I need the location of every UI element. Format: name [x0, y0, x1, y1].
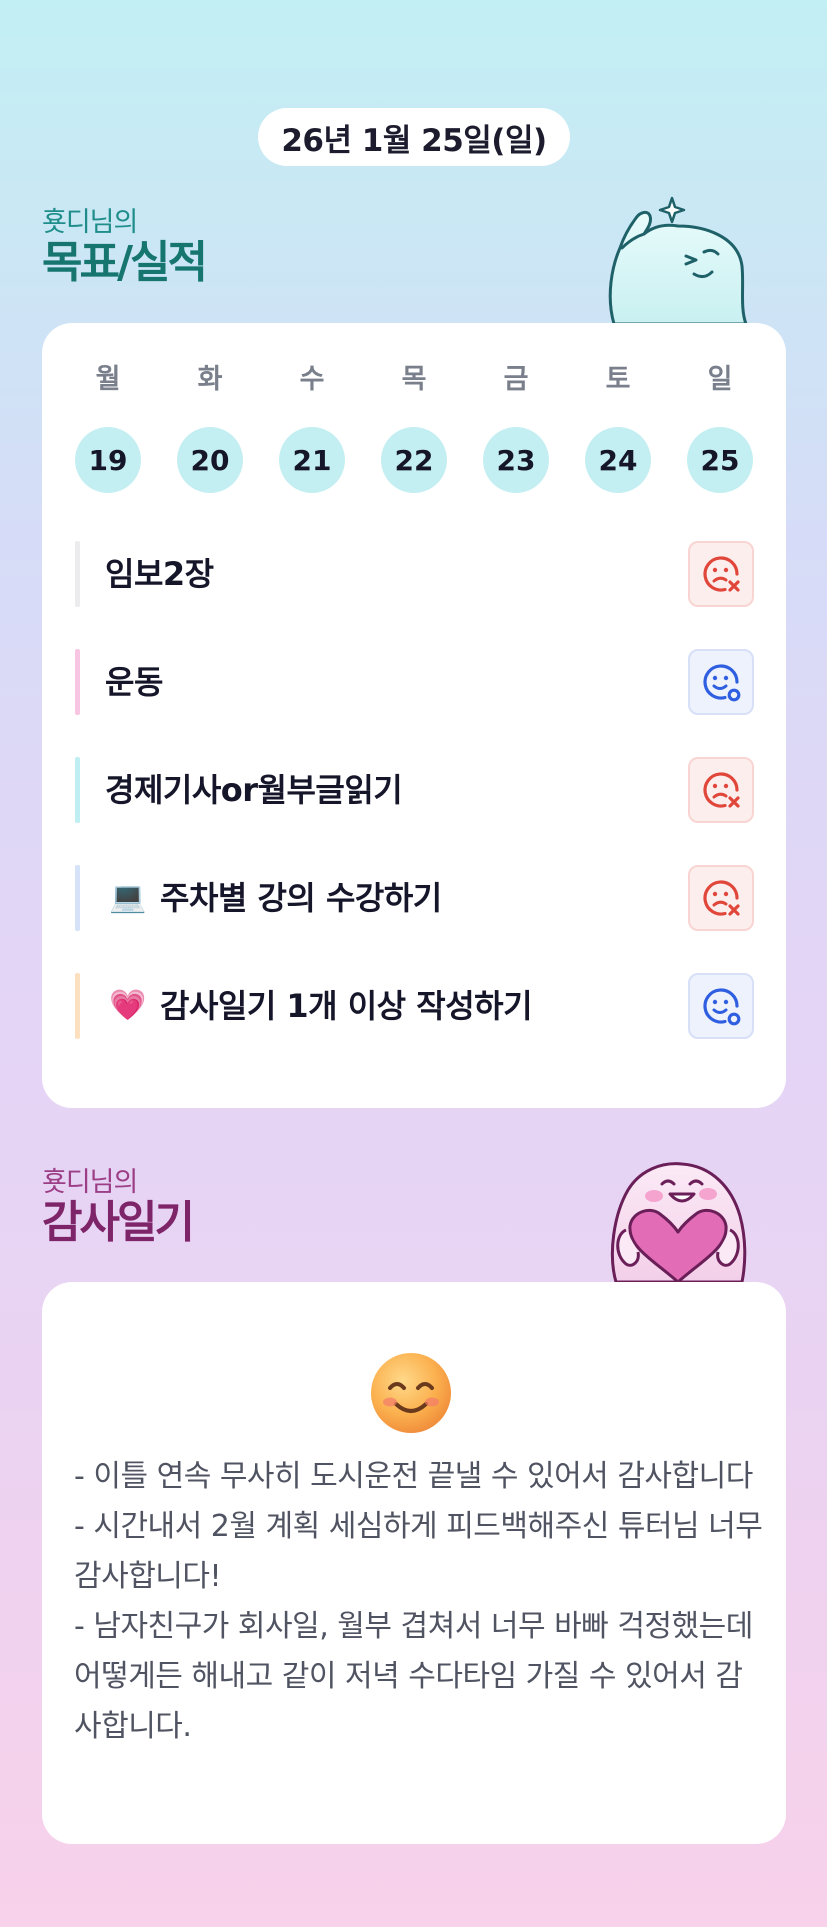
day-number: 22	[381, 427, 447, 493]
goal-status-done[interactable]	[688, 973, 754, 1039]
goal-color-bar	[75, 541, 80, 607]
day-wed[interactable]: 수 21	[279, 363, 345, 493]
gratitude-line: - 이틀 연속 무사히 도시운전 끝낼 수 있어서 감사합니다	[74, 1459, 753, 1494]
day-mon[interactable]: 월 19	[75, 363, 141, 493]
smile-check-icon	[703, 988, 741, 1026]
mint-mascot-illustration	[608, 196, 748, 326]
day-number: 19	[75, 427, 141, 493]
sad-x-icon	[703, 772, 740, 808]
goal-status-not-done[interactable]	[688, 541, 754, 607]
goal-color-bar	[75, 973, 80, 1039]
day-name: 화	[197, 364, 223, 395]
laptop-icon: 💻	[109, 880, 147, 915]
sad-x-icon	[703, 556, 740, 592]
goal-status-not-done[interactable]	[688, 865, 754, 931]
day-number: 23	[483, 427, 549, 493]
goals-card: 월 19 화 20 수 21 목 22 금 23 토 24 일 25 임보2장 …	[42, 323, 786, 1108]
goal-status-not-done[interactable]	[688, 757, 754, 823]
day-name: 일	[707, 364, 733, 395]
goal-label: 감사일기 1개 이상 작성하기	[160, 987, 533, 1025]
day-number: 24	[585, 427, 651, 493]
day-name: 월	[95, 364, 121, 395]
day-fri[interactable]: 금 23	[483, 363, 549, 493]
goal-label: 주차별 강의 수강하기	[160, 879, 442, 917]
goal-item[interactable]: 임보2장	[75, 541, 754, 607]
gratitude-card: - 이틀 연속 무사히 도시운전 끝낼 수 있어서 감사합니다 - 시간내서 2…	[42, 1282, 786, 1844]
day-name: 수	[299, 364, 325, 395]
gratitude-text: - 이틀 연속 무사히 도시운전 끝낼 수 있어서 감사합니다 - 시간내서 2…	[74, 1452, 764, 1752]
gratitude-line: - 시간내서 2월 계획 세심하게 피드백해주신 튜터님 너무 감사합니다!	[74, 1509, 763, 1594]
day-number: 20	[177, 427, 243, 493]
smile-check-icon	[703, 664, 741, 702]
goals-section-title: 횻디님의 목표/실적	[42, 207, 208, 288]
goal-item[interactable]: 경제기사or월부글읽기	[75, 757, 754, 823]
day-name: 토	[605, 364, 631, 395]
day-name: 목	[401, 364, 427, 395]
day-thu[interactable]: 목 22	[381, 363, 447, 493]
day-sun[interactable]: 일 25	[687, 363, 753, 493]
day-number: 25	[687, 427, 753, 493]
goal-label: 운동	[105, 663, 163, 701]
gratitude-owner-label: 횻디님의	[42, 1167, 138, 1198]
goal-item[interactable]: 💻 주차별 강의 수강하기	[75, 865, 754, 931]
goal-status-done[interactable]	[688, 649, 754, 715]
goal-item[interactable]: 운동	[75, 649, 754, 715]
gratitude-title: 감사일기	[42, 1197, 195, 1248]
pink-mascot-illustration	[610, 1162, 747, 1284]
goals-title: 목표/실적	[42, 237, 208, 288]
gratitude-section-title: 횻디님의 감사일기	[42, 1167, 195, 1248]
goal-label: 경제기사or월부글읽기	[105, 771, 403, 809]
goal-color-bar	[75, 757, 80, 823]
date-label: 26년 1월 25일(일)	[281, 122, 547, 159]
goal-label: 임보2장	[105, 555, 214, 593]
goal-color-bar	[75, 865, 80, 931]
week-calendar: 월 19 화 20 수 21 목 22 금 23 토 24 일 25	[42, 363, 786, 493]
gratitude-line: - 남자친구가 회사일, 월부 겹쳐서 너무 바빠 걱정했는데 어떻게든 해내고…	[74, 1609, 753, 1744]
day-name: 금	[503, 364, 529, 395]
goal-color-bar	[75, 649, 80, 715]
sad-x-icon	[703, 880, 740, 916]
date-pill: 26년 1월 25일(일)	[258, 108, 570, 166]
smiling-face-icon	[371, 1353, 451, 1433]
heart-icon: 💗	[109, 988, 147, 1023]
goals-owner-label: 횻디님의	[42, 207, 138, 238]
day-number: 21	[279, 427, 345, 493]
day-sat[interactable]: 토 24	[585, 363, 651, 493]
day-tue[interactable]: 화 20	[177, 363, 243, 493]
goal-item[interactable]: 💗 감사일기 1개 이상 작성하기	[75, 973, 754, 1039]
